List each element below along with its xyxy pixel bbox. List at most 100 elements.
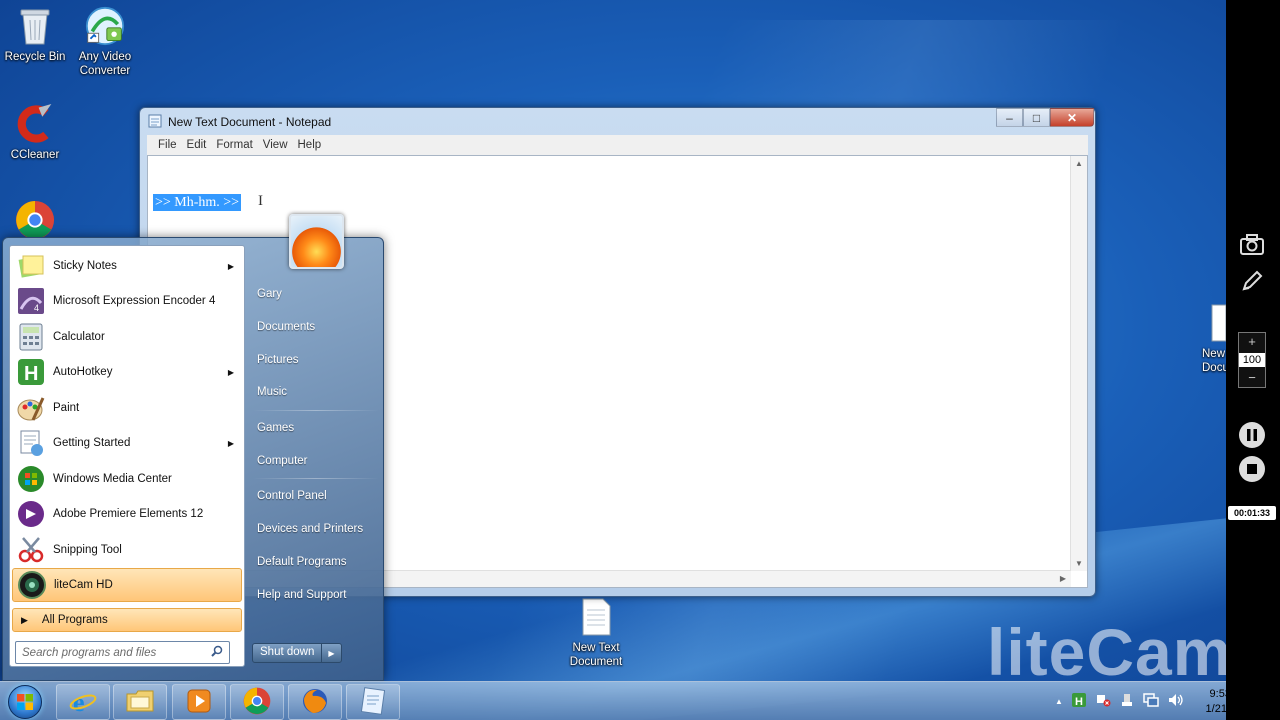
menu-view[interactable]: View [258,139,293,151]
ccleaner-icon [15,104,55,144]
zoom-control: + 100 − [1238,332,1266,388]
start-right-help-support[interactable]: Help and Support [248,580,383,610]
program-label: Snipping Tool [53,544,122,556]
taskbar: e ▲ H 9:53 PM 1/21/2014 [0,681,1254,720]
premiere-icon [16,499,46,529]
start-right-control-panel[interactable]: Control Panel [248,481,383,511]
taskbar-chrome[interactable] [230,684,284,720]
menu-format[interactable]: Format [211,139,257,151]
program-windows-media-center[interactable]: Windows Media Center [12,462,242,496]
start-right-games[interactable]: Games [248,413,383,443]
volume-icon[interactable] [1168,693,1184,710]
zoom-value: 100 [1239,353,1265,367]
getting-started-icon [16,428,46,458]
start-right-music[interactable]: Music [248,377,383,407]
pause-icon[interactable] [1237,420,1267,450]
windows-logo-icon [8,684,42,719]
notepad-menubar: File Edit Format View Help [147,135,1088,155]
action-center-icon[interactable] [1095,693,1111,710]
shutdown-button-group: Shut down ▶ [252,643,342,663]
taskbar-clock[interactable]: 9:53 PM 1/21/2014 [1196,687,1264,717]
submenu-arrow-icon: ▶ [227,261,234,271]
shutdown-options-arrow-icon[interactable]: ▶ [322,644,340,662]
pen-icon[interactable] [1237,266,1267,296]
menu-file[interactable]: File [153,139,182,151]
taskbar-media-player[interactable] [172,684,226,720]
desktop-icon-recycle-bin[interactable]: Recycle Bin [0,6,70,64]
scroll-down-icon[interactable]: ▼ [1075,559,1083,568]
menu-help[interactable]: Help [293,139,327,151]
desktop-icon-label: Recycle Bin [4,51,66,63]
svg-text:H: H [1075,696,1083,707]
taskbar-internet-explorer[interactable]: e [56,684,110,720]
start-menu: Sticky Notes ▶ 4 Microsoft Expression En… [2,214,384,681]
media-center-icon [16,464,46,494]
start-right-label: Help and Support [257,589,347,601]
program-label: Microsoft Expression Encoder 4 [53,295,216,307]
network-icon[interactable] [1143,693,1159,710]
shutdown-button[interactable]: Shut down [253,644,323,662]
camera-icon[interactable] [1237,230,1267,260]
program-calculator[interactable]: Calculator [12,320,242,354]
close-icon: ✕ [1066,110,1078,125]
program-sticky-notes[interactable]: Sticky Notes ▶ [12,249,242,283]
expression-encoder-icon: 4 [16,286,46,316]
start-right-documents[interactable]: Documents [248,312,383,342]
text-file-icon [1210,303,1226,343]
start-right-label: Games [257,422,295,434]
start-right-pictures[interactable]: Pictures [248,345,383,375]
stop-icon[interactable] [1237,454,1267,484]
program-expression-encoder[interactable]: 4 Microsoft Expression Encoder 4 [12,284,242,318]
window-controls: – □ ✕ [996,108,1094,128]
desktop-icon-ccleaner[interactable]: CCleaner [0,104,70,162]
start-button[interactable] [3,683,47,720]
usb-icon[interactable] [1120,693,1134,710]
desktop-icon-label: CCleaner [10,149,60,161]
start-right-label: Gary [257,288,282,300]
autohotkey-tray-icon[interactable]: H [1071,693,1086,710]
scroll-right-icon[interactable]: ▶ [1060,574,1066,583]
start-right-label: Computer [257,455,308,467]
vertical-scrollbar[interactable]: ▲ ▼ [1070,156,1087,571]
notepad-title: New Text Document - Notepad [168,115,332,129]
taskbar-explorer[interactable] [113,684,167,720]
maximize-icon: □ [1032,110,1041,125]
text-file-icon [576,597,616,637]
selected-text[interactable]: >> Mh-hm. >> [153,194,242,211]
all-programs-button[interactable]: ▶ All Programs [12,608,242,632]
recording-timer: 00:01:33 [1228,506,1276,520]
program-autohotkey[interactable]: H AutoHotkey ▶ [12,355,242,389]
program-snipping-tool[interactable]: Snipping Tool [12,533,242,567]
start-right-gary[interactable]: Gary [248,279,383,309]
start-right-devices-printers[interactable]: Devices and Printers [248,514,383,544]
program-litecam-hd[interactable]: liteCam HD [12,568,242,602]
start-right-label: Pictures [257,354,299,366]
user-avatar[interactable] [289,214,344,269]
menu-edit[interactable]: Edit [182,139,212,151]
litecam-watermark: liteCam [987,615,1233,689]
start-right-computer[interactable]: Computer [248,446,383,476]
scroll-up-icon[interactable]: ▲ [1075,159,1083,168]
program-premiere-elements[interactable]: Adobe Premiere Elements 12 [12,497,242,531]
desktop-icon-new-text-document[interactable]: New Text Document [561,597,631,669]
start-search-input[interactable]: Search programs and files [15,641,230,664]
start-right-default-programs[interactable]: Default Programs [248,547,383,577]
program-paint[interactable]: Paint [12,391,242,425]
minimize-button[interactable]: – [996,108,1023,127]
start-menu-programs-pane: Sticky Notes ▶ 4 Microsoft Expression En… [9,245,245,667]
desktop-icon-label: Any Video Converter [78,51,132,77]
video-converter-icon [85,6,125,46]
close-button[interactable]: ✕ [1050,108,1094,127]
desktop-icon-new-document-partial[interactable]: New Docu [1190,303,1226,375]
zoom-in-button[interactable]: + [1248,333,1256,351]
snipping-tool-icon [16,535,46,565]
taskbar-notepad[interactable] [346,684,400,720]
desktop-icon-any-video-converter[interactable]: Any Video Converter [70,6,140,78]
show-hidden-icons-icon[interactable]: ▲ [1055,697,1063,706]
start-right-label: Default Programs [257,556,347,568]
maximize-button[interactable]: □ [1023,108,1050,127]
notepad-titlebar[interactable]: New Text Document - Notepad [148,113,331,131]
zoom-out-button[interactable]: − [1248,369,1256,387]
taskbar-firefox[interactable] [288,684,342,720]
program-getting-started[interactable]: Getting Started ▶ [12,426,242,460]
